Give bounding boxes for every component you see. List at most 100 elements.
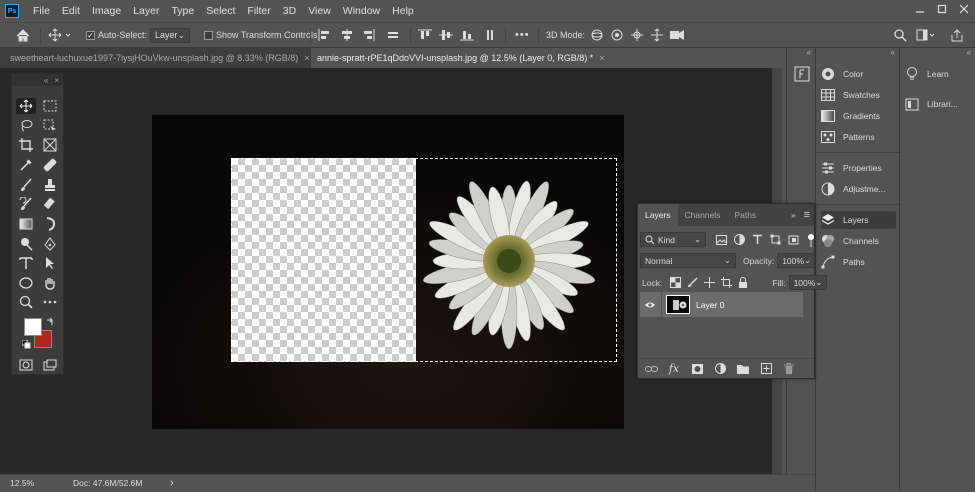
search-icon[interactable]	[894, 23, 907, 47]
close-icon[interactable]: ×	[54, 76, 59, 85]
folder-icon[interactable]	[736, 362, 750, 376]
panel-channels[interactable]: Channels	[821, 232, 896, 250]
ellipse-tool-icon[interactable]	[16, 275, 36, 291]
panel-patterns[interactable]: Patterns	[821, 128, 896, 146]
quick-mask-icon[interactable]	[16, 357, 36, 373]
share-icon[interactable]	[950, 23, 964, 47]
minimize-icon[interactable]	[909, 0, 931, 18]
fx-icon[interactable]: fx	[667, 362, 681, 376]
history-brush-tool-icon[interactable]	[16, 196, 36, 212]
history-panel-icon[interactable]	[794, 66, 810, 82]
close-icon[interactable]: ×	[599, 53, 604, 63]
screen-mode-icon[interactable]	[40, 357, 60, 373]
lock-position-icon[interactable]	[702, 276, 716, 290]
align-right-icon[interactable]	[361, 23, 375, 47]
lock-all-icon[interactable]	[736, 276, 750, 290]
close-icon[interactable]: ×	[304, 53, 309, 63]
align-bottom-icon[interactable]	[460, 23, 474, 47]
eraser-tool-icon[interactable]	[40, 196, 60, 212]
more-options-icon[interactable]: •••	[515, 23, 530, 47]
close-icon[interactable]	[953, 0, 975, 18]
menu-layer[interactable]: Layer	[127, 0, 165, 22]
panel-expand-icon[interactable]: »	[791, 210, 796, 220]
menu-image[interactable]: Image	[86, 0, 127, 22]
3d-scale-icon[interactable]	[669, 23, 685, 47]
path-selection-tool-icon[interactable]	[40, 255, 60, 271]
filter-shape-icon[interactable]	[768, 233, 782, 247]
align-center-icon[interactable]	[340, 23, 354, 47]
new-layer-icon[interactable]	[759, 362, 773, 376]
lock-transparent-icon[interactable]	[668, 276, 682, 290]
workspace-icon[interactable]	[916, 23, 936, 47]
swap-colors-icon[interactable]	[46, 317, 55, 326]
lasso-tool-icon[interactable]	[16, 118, 36, 134]
panel-color[interactable]: Color	[821, 65, 896, 83]
healing-brush-tool-icon[interactable]	[40, 157, 60, 173]
mask-icon[interactable]	[690, 362, 704, 376]
menu-filter[interactable]: Filter	[241, 0, 276, 22]
filter-image-icon[interactable]	[714, 233, 728, 247]
status-arrow-icon[interactable]: ›	[170, 477, 174, 489]
link-icon[interactable]	[644, 362, 658, 376]
frame-tool-icon[interactable]	[40, 137, 60, 153]
blur-tool-icon[interactable]	[40, 216, 60, 232]
lock-pixels-icon[interactable]	[685, 276, 699, 290]
layer-name[interactable]: Layer 0	[696, 300, 724, 310]
panel-paths[interactable]: Paths	[821, 253, 896, 271]
menu-window[interactable]: Window	[337, 0, 386, 22]
pen-tool-icon[interactable]	[40, 236, 60, 252]
tab-paths[interactable]: Paths	[727, 204, 763, 226]
panel-adjustme[interactable]: Adjustme...	[821, 180, 896, 198]
zoom-tool-icon[interactable]	[16, 294, 36, 310]
tab-layers[interactable]: Layers	[638, 204, 678, 226]
crop-tool-icon[interactable]	[16, 137, 36, 153]
distribute-icon[interactable]	[386, 23, 400, 47]
panel-gradients[interactable]: Gradients	[821, 107, 896, 125]
brush-tool-icon[interactable]	[16, 177, 36, 193]
menu-type[interactable]: Type	[165, 0, 200, 22]
panel-properties[interactable]: Properties	[821, 159, 896, 177]
foreground-color-swatch[interactable]	[24, 318, 42, 336]
align-middle-icon[interactable]	[439, 23, 453, 47]
layer-thumbnail[interactable]	[666, 295, 690, 314]
trash-icon[interactable]	[782, 362, 796, 376]
panel-libraries[interactable]: Librari...	[905, 95, 975, 113]
blend-mode-dropdown[interactable]: Normal ⌄	[640, 253, 736, 268]
marquee-tool-icon[interactable]	[40, 98, 60, 114]
hand-tool-icon[interactable]	[40, 275, 60, 291]
zoom-level[interactable]: 12.5%	[10, 478, 60, 488]
panel-learn[interactable]: Learn	[905, 65, 975, 83]
filter-type-icon[interactable]	[750, 233, 764, 247]
adjustment-layer-icon[interactable]	[713, 362, 727, 376]
panel-layers[interactable]: Layers	[821, 211, 896, 229]
clone-stamp-tool-icon[interactable]	[40, 177, 60, 193]
collapse-icon[interactable]: «	[44, 76, 48, 85]
move-tool-preset-icon[interactable]	[48, 23, 72, 47]
object-selection-tool-icon[interactable]	[40, 118, 60, 134]
maximize-icon[interactable]	[931, 0, 953, 18]
align-top-icon[interactable]	[418, 23, 432, 47]
menu-3d[interactable]: 3D	[277, 0, 302, 22]
home-icon[interactable]	[16, 23, 30, 47]
3d-pan-icon[interactable]	[630, 23, 644, 47]
auto-select-target-dropdown[interactable]: Layer ⌄	[150, 27, 190, 43]
align-left-icon[interactable]	[318, 23, 332, 47]
eye-icon[interactable]	[643, 301, 657, 309]
panel-menu-icon[interactable]: ≡	[804, 209, 810, 221]
filter-toggle-icon[interactable]	[804, 233, 818, 247]
panel-swatches[interactable]: Swatches	[821, 86, 896, 104]
collapse-icon[interactable]: «	[787, 48, 815, 57]
3d-roll-icon[interactable]	[610, 23, 624, 47]
menu-file[interactable]: File	[27, 0, 56, 22]
fill-input[interactable]: 100% ⌄	[788, 275, 827, 290]
distribute-vertical-icon[interactable]	[484, 23, 496, 47]
opacity-input[interactable]: 100% ⌄	[777, 253, 816, 268]
show-transform-checkbox[interactable]: Show Transform Controls	[204, 23, 318, 47]
tab-document-2[interactable]: annie-spratt-rPE1qDdoVVI-unsplash.jpg @ …	[311, 48, 611, 68]
menu-edit[interactable]: Edit	[56, 0, 86, 22]
gradient-tool-icon[interactable]	[16, 216, 36, 232]
more-tools-icon[interactable]	[40, 294, 60, 310]
3d-orbit-icon[interactable]	[590, 23, 604, 47]
tab-document-1[interactable]: sweetheart-luchuxue1997-7iysjHOuVkw-unsp…	[4, 48, 316, 68]
layer-row[interactable]: Layer 0	[640, 292, 803, 317]
